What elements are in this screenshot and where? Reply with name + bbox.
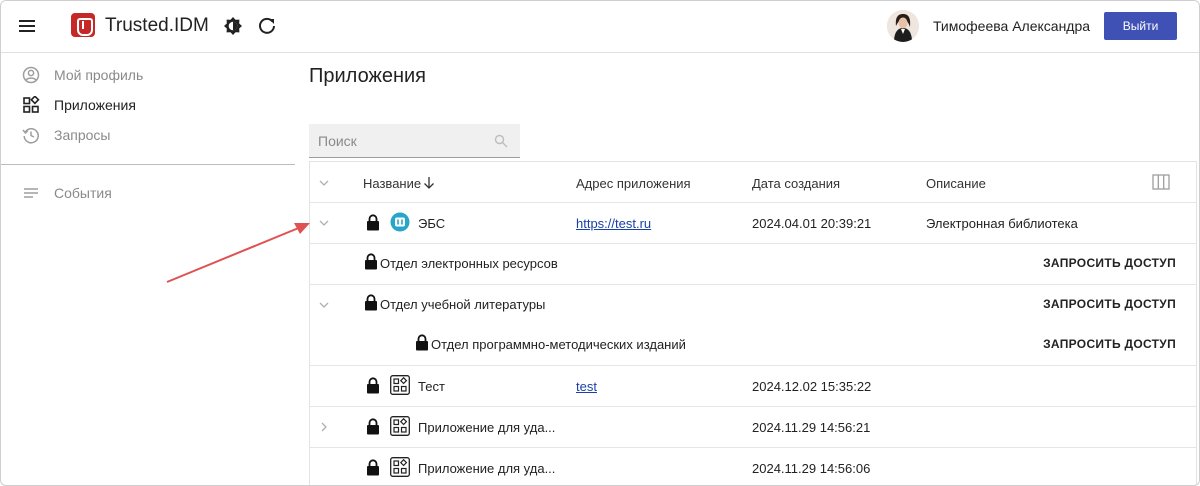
- lock-icon: [367, 377, 379, 394]
- sidebar-item-requests[interactable]: Запросы: [1, 120, 295, 150]
- app-name: Приложение для уда...: [418, 461, 556, 476]
- applications-table: Название Адрес приложения Дата создания …: [309, 161, 1197, 485]
- app-description: Электронная библиотека: [926, 216, 1078, 231]
- app-created-date: 2024.12.02 15:35:22: [752, 379, 872, 394]
- group-name: Отдел электронных ресурсов: [380, 256, 558, 271]
- search-input[interactable]: [309, 124, 489, 157]
- table-row[interactable]: Тест test 2024.12.02 15:35:22: [310, 366, 1196, 407]
- avatar[interactable]: [887, 10, 919, 42]
- app-created-date: 2024.11.29 14:56:06: [752, 461, 871, 476]
- request-access-button[interactable]: ЗАПРОСИТЬ ДОСТУП: [1043, 337, 1176, 351]
- table-row[interactable]: Приложение для уда... 2024.11.29 14:56:0…: [310, 448, 1196, 485]
- apps-grid-icon: [390, 375, 410, 395]
- sidebar: Мой профиль Приложения Запросы События: [1, 53, 295, 485]
- group-name: Отдел программно-методических изданий: [431, 337, 686, 352]
- table-header-row: Название Адрес приложения Дата создания …: [310, 162, 1196, 203]
- sidebar-item-label: События: [54, 185, 112, 201]
- app-name: ЭБС: [418, 216, 446, 231]
- group-name: Отдел учебной литературы: [380, 297, 546, 312]
- sidebar-item-profile[interactable]: Мой профиль: [1, 60, 295, 90]
- request-access-button[interactable]: ЗАПРОСИТЬ ДОСТУП: [1043, 297, 1176, 311]
- sidebar-item-label: Мой профиль: [54, 67, 144, 83]
- apps-grid-icon: [390, 416, 410, 436]
- app-name: Тест: [418, 379, 445, 394]
- top-app-bar: Trusted.IDM Тимофеева Александра Выйти: [1, 1, 1199, 53]
- column-header-description[interactable]: Описание: [926, 176, 986, 191]
- columns-view-icon[interactable]: [1152, 174, 1170, 190]
- sidebar-item-events[interactable]: События: [1, 178, 295, 208]
- search-icon[interactable]: [494, 134, 508, 148]
- list-icon: [24, 188, 38, 198]
- chevron-down-icon[interactable]: [318, 177, 330, 189]
- user-name: Тимофеева Александра: [933, 18, 1091, 34]
- column-header-address[interactable]: Адрес приложения: [576, 176, 691, 191]
- lock-icon: [365, 253, 377, 270]
- app-title: Trusted.IDM: [105, 15, 209, 36]
- app-window: Trusted.IDM Тимофеева Александра Выйти М…: [0, 0, 1200, 486]
- logo-icon: [71, 13, 95, 37]
- lock-icon: [367, 214, 379, 231]
- app-name: Приложение для уда...: [418, 420, 556, 435]
- lock-icon: [367, 459, 379, 476]
- lock-icon: [416, 334, 428, 351]
- request-access-button[interactable]: ЗАПРОСИТЬ ДОСТУП: [1043, 256, 1176, 270]
- refresh-icon[interactable]: [257, 16, 277, 36]
- table-row[interactable]: Приложение для уда... 2024.11.29 14:56:2…: [310, 407, 1196, 448]
- apps-grid-icon: [390, 457, 410, 477]
- sidebar-divider: [1, 164, 295, 165]
- lock-icon: [365, 294, 377, 311]
- apps-grid-icon: [23, 96, 40, 113]
- app-address-link[interactable]: test: [576, 379, 597, 394]
- search-field[interactable]: [309, 124, 520, 158]
- ebs-app-icon: [390, 212, 410, 232]
- sidebar-item-label: Приложения: [54, 97, 136, 113]
- app-address-link[interactable]: https://test.ru: [576, 216, 651, 231]
- table-row[interactable]: Отдел учебной литературы ЗАПРОСИТЬ ДОСТУ…: [310, 285, 1196, 326]
- user-circle-icon: [22, 66, 40, 84]
- theme-toggle-icon[interactable]: [223, 16, 243, 36]
- sidebar-item-label: Запросы: [54, 127, 111, 143]
- table-row[interactable]: Отдел программно-методических изданий ЗА…: [310, 325, 1196, 366]
- table-row[interactable]: ЭБС https://test.ru 2024.04.01 20:39:21 …: [310, 203, 1196, 244]
- chevron-down-icon[interactable]: [318, 299, 330, 311]
- app-created-date: 2024.04.01 20:39:21: [752, 216, 872, 231]
- sort-arrow-down-icon[interactable]: [423, 176, 435, 190]
- table-row[interactable]: Отдел электронных ресурсов ЗАПРОСИТЬ ДОС…: [310, 244, 1196, 285]
- lock-icon: [367, 418, 379, 435]
- history-icon: [22, 128, 39, 144]
- column-header-created[interactable]: Дата создания: [752, 176, 840, 191]
- app-created-date: 2024.11.29 14:56:21: [752, 420, 871, 435]
- logout-button[interactable]: Выйти: [1104, 12, 1177, 40]
- menu-icon[interactable]: [15, 14, 39, 38]
- column-header-name[interactable]: Название: [363, 176, 421, 191]
- chevron-down-icon[interactable]: [318, 217, 330, 229]
- chevron-right-icon[interactable]: [318, 421, 330, 433]
- page-title: Приложения: [309, 65, 427, 87]
- sidebar-item-apps[interactable]: Приложения: [1, 90, 295, 120]
